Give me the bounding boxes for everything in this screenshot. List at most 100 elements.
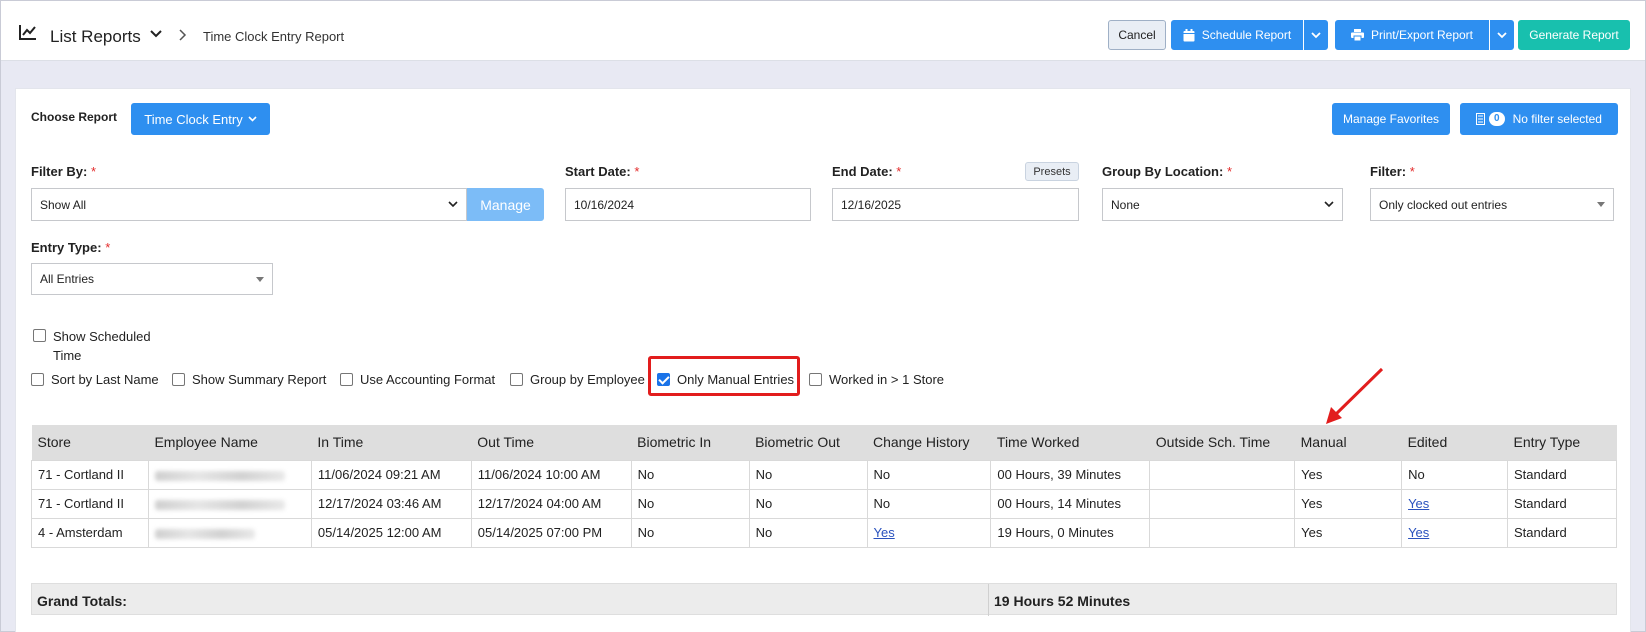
manage-button[interactable]: Manage [467, 188, 544, 221]
grand-totals-value: 19 Hours 52 Minutes [994, 593, 1131, 609]
print-export-button[interactable]: Print/Export Report [1335, 20, 1489, 50]
printer-icon [1350, 29, 1364, 41]
start-date-input[interactable]: 10/16/2024 [565, 188, 811, 221]
filter-list-icon [1476, 113, 1486, 125]
start-date-label: Start Date: * [565, 164, 639, 179]
filter-text: Filter: [1370, 164, 1407, 179]
biometric-out-cell: No [748, 459, 868, 490]
column-header[interactable]: Time Worked [990, 425, 1150, 460]
entry-type-select[interactable]: All Entries [31, 263, 273, 295]
filter-summary-button[interactable]: 0 No filter selected [1460, 103, 1618, 135]
cancel-label: Cancel [1118, 28, 1156, 42]
start-date-text: Start Date: [565, 164, 631, 179]
chevron-down-icon [1324, 201, 1334, 208]
choose-report-dropdown[interactable]: Time Clock Entry [131, 103, 270, 135]
edited-link[interactable]: Yes [1408, 525, 1429, 540]
change-history-cell: No [866, 459, 992, 490]
manage-favorites-label: Manage Favorites [1342, 112, 1440, 126]
generate-report-button[interactable]: Generate Report [1518, 20, 1630, 50]
table-row: 71 - Cortland II 12/17/2024 03:46 AM 12/… [31, 488, 1618, 519]
column-header[interactable]: Change History [867, 425, 991, 460]
print-label: Print/Export Report [1370, 28, 1474, 42]
chevron-right-icon [179, 29, 187, 41]
end-date-input[interactable]: 12/16/2025 [832, 188, 1079, 221]
biometric-out-cell: No [748, 517, 868, 548]
required-mark: * [90, 164, 97, 179]
checkbox-box[interactable] [172, 373, 185, 386]
caret-down-icon [1597, 202, 1605, 207]
chevron-down-icon[interactable] [150, 29, 162, 39]
filter-label: Filter: * [1370, 164, 1415, 179]
worked-multi-store-checkbox[interactable]: Worked in > 1 Store [809, 372, 944, 387]
column-header[interactable]: Biometric In [631, 425, 750, 460]
column-header[interactable]: Entry Type [1507, 425, 1617, 460]
end-date-label: End Date: * [832, 164, 901, 179]
table-row: 71 - Cortland II 11/06/2024 09:21 AM 11/… [31, 459, 1618, 490]
grand-totals-row: Grand Totals: 19 Hours 52 Minutes [31, 583, 1617, 616]
filter-select[interactable]: Only clocked out entries [1370, 188, 1614, 221]
column-header[interactable]: In Time [311, 425, 472, 460]
table-header-row: Store Employee Name In Time Out Time Bio… [31, 425, 1617, 460]
column-header[interactable]: Biometric Out [749, 425, 867, 460]
chevron-down-icon [1311, 31, 1321, 38]
column-header[interactable]: Outside Sch. Time [1149, 425, 1295, 460]
store-cell: 4 - Amsterdam [31, 517, 149, 548]
employee-name-cell [147, 459, 312, 490]
sort-last-name-checkbox[interactable]: Sort by Last Name [31, 372, 159, 387]
in-time-cell: 12/17/2024 03:46 AM [310, 488, 472, 519]
entry-type-value: All Entries [40, 272, 95, 286]
checkbox-box[interactable] [809, 373, 822, 386]
manual-cell: Yes [1294, 488, 1403, 519]
column-header[interactable]: Edited [1401, 425, 1508, 460]
outside-time-cell [1149, 517, 1296, 548]
show-scheduled-checkbox[interactable]: Show Scheduled Time [33, 327, 151, 365]
group-location-select[interactable]: None [1102, 188, 1343, 221]
biometric-in-cell: No [630, 517, 750, 548]
redacted-name [154, 528, 255, 539]
accounting-format-checkbox[interactable]: Use Accounting Format [340, 372, 495, 387]
caret-down-icon [256, 277, 264, 282]
manage-favorites-button[interactable]: Manage Favorites [1332, 103, 1450, 135]
in-time-cell: 05/14/2025 12:00 AM [310, 517, 472, 548]
checkbox-box[interactable] [33, 329, 46, 342]
checkbox-box[interactable] [340, 373, 353, 386]
change-history-cell: No [866, 488, 992, 519]
end-date-text: End Date: [832, 164, 893, 179]
checkbox-box[interactable] [31, 373, 44, 386]
filter-by-text: Filter By: [31, 164, 88, 179]
group-employee-checkbox[interactable]: Group by Employee [510, 372, 645, 387]
print-dropdown-button[interactable] [1490, 20, 1514, 50]
edited-cell: No [1401, 459, 1508, 490]
worked-multi-store-label: Worked in > 1 Store [829, 372, 945, 387]
schedule-dropdown-button[interactable] [1304, 20, 1328, 50]
column-header[interactable]: Store [31, 425, 149, 460]
manual-cell: Yes [1294, 459, 1403, 490]
redacted-name [154, 470, 285, 481]
highlight-box [648, 356, 800, 396]
column-header[interactable]: Out Time [471, 425, 632, 460]
manual-cell: Yes [1294, 517, 1403, 548]
checkbox-box[interactable] [510, 373, 523, 386]
table-row: 4 - Amsterdam 05/14/2025 12:00 AM 05/14/… [31, 517, 1618, 548]
filter-by-select[interactable]: Show All [31, 188, 467, 221]
schedule-report-button[interactable]: Schedule Report [1171, 20, 1303, 50]
required-mark: * [896, 164, 902, 179]
divider [988, 584, 989, 616]
show-summary-label: Show Summary Report [192, 372, 327, 387]
column-header[interactable]: Manual [1294, 425, 1402, 460]
cancel-button[interactable]: Cancel [1108, 20, 1166, 50]
page-title[interactable]: List Reports [50, 27, 141, 47]
show-scheduled-line2: Time [53, 348, 82, 363]
show-summary-checkbox[interactable]: Show Summary Report [172, 372, 326, 387]
required-mark: * [105, 240, 111, 255]
schedule-label: Schedule Report [1201, 28, 1292, 42]
change-history-link[interactable]: Yes [874, 525, 895, 540]
breadcrumb: Time Clock Entry Report [203, 29, 345, 44]
in-time-cell: 11/06/2024 09:21 AM [310, 459, 472, 490]
column-header[interactable]: Employee Name [148, 425, 312, 460]
show-scheduled-label: Show Scheduled Time [53, 327, 151, 365]
chart-line-icon [19, 25, 36, 40]
entry-type-cell: Standard [1506, 517, 1618, 548]
edited-link[interactable]: Yes [1408, 496, 1429, 511]
presets-button[interactable]: Presets [1025, 162, 1079, 181]
